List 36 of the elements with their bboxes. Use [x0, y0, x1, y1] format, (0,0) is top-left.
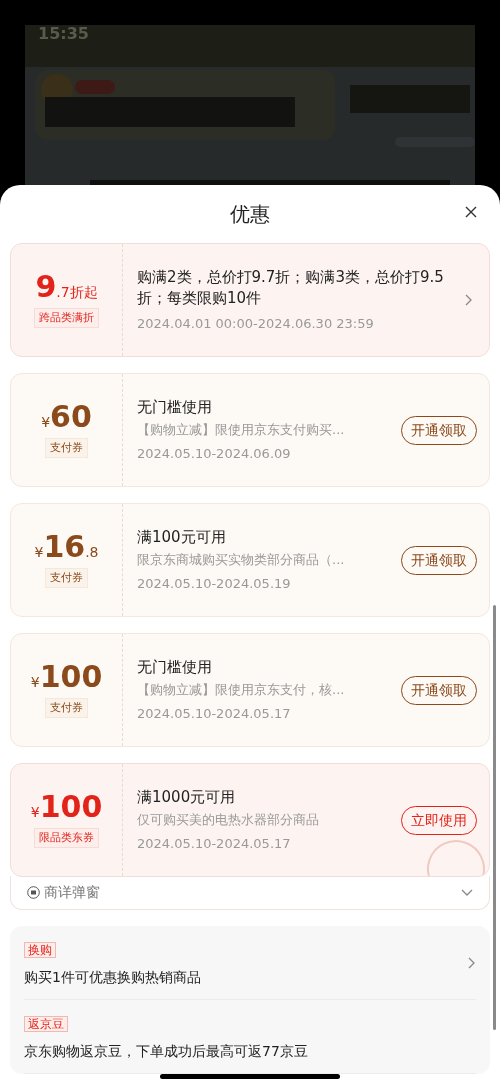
- coupon-amount: ¥100: [30, 661, 103, 692]
- coupon-title: 购满2类，总价打9.7折；购满3类，总价打9.5折；每类限购10件: [137, 266, 445, 310]
- promo-tag: 换购: [24, 942, 56, 958]
- coupon-description: 【购物立减】限使用京东支付购买...: [137, 421, 346, 440]
- promo-text: 购买1件可优惠换购热销商品: [24, 968, 202, 987]
- coupon-amount: ¥60: [41, 401, 92, 432]
- promo-text: 京东购物返京豆，下单成功后最高可返77京豆: [24, 1042, 309, 1061]
- coupon-date: 2024.05.10-2024.05.17: [137, 704, 292, 723]
- coupon-title: 无门槛使用: [137, 396, 213, 418]
- coupon-description: 【购物立减】限使用京东支付，核...: [137, 681, 346, 700]
- scrollbar[interactable]: [493, 605, 496, 1030]
- status-time: 15:35: [38, 23, 89, 45]
- sheet-title: 优惠: [230, 201, 270, 228]
- close-button[interactable]: [464, 205, 478, 219]
- chevron-right-icon[interactable]: [465, 294, 473, 306]
- detail-toggle[interactable]: 商详弹窗: [10, 876, 490, 910]
- coupon-date: 2024.05.10-2024.05.17: [137, 834, 292, 853]
- coupon-title: 满1000元可用: [137, 786, 237, 808]
- coupon-tag: 限品类东券: [34, 827, 99, 849]
- promo-tag: 返京豆: [24, 1016, 68, 1032]
- coupon-tag: 跨品类满折: [34, 307, 99, 329]
- coupon-description: 仅可购买美的电热水器部分商品: [137, 811, 320, 830]
- coupon-date: 2024.05.10-2024.06.09: [137, 444, 292, 463]
- coupon-date: 2024.05.10-2024.05.19: [137, 574, 292, 593]
- coupon-amount: ¥100: [30, 791, 103, 822]
- coupon-tag: 支付券: [45, 437, 88, 459]
- coupon-date: 2024.04.01 00:00-2024.06.30 23:59: [137, 315, 375, 333]
- coupon-tag: 支付券: [45, 567, 88, 589]
- coupon-tag: 支付券: [45, 697, 88, 719]
- coupon-description: 限京东商城购买实物类部分商品（...: [137, 551, 346, 570]
- radio-icon: [27, 886, 40, 899]
- coupon-title: 无门槛使用: [137, 656, 213, 678]
- coupon-title: 满100元可用: [137, 526, 227, 548]
- coupon-amount: 9.7折起: [35, 271, 98, 302]
- promo-item[interactable]: 换购 购买1件可优惠换购热销商品: [24, 926, 476, 1000]
- coupon-amount: ¥16.8: [34, 531, 99, 562]
